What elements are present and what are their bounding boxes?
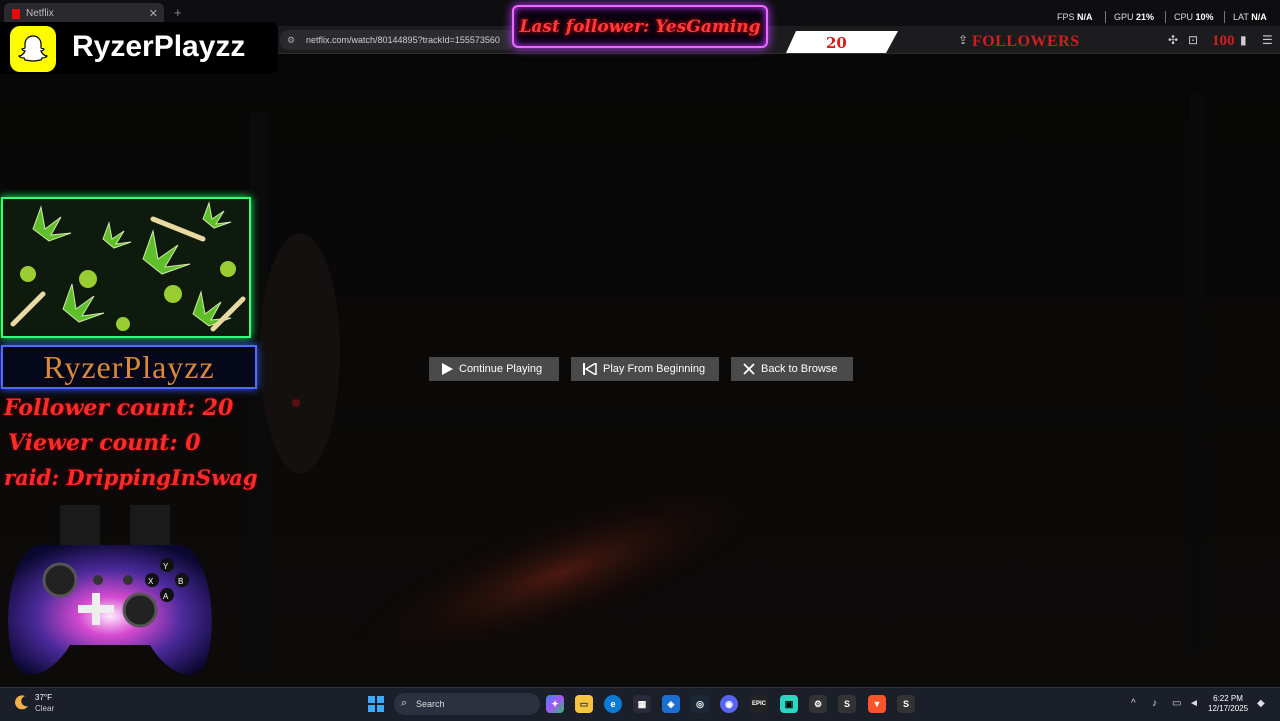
perf-divider (1224, 11, 1225, 23)
close-tab-icon[interactable]: ✕ (149, 7, 158, 20)
netflix-favicon-icon (12, 8, 20, 19)
search-placeholder[interactable]: Search (416, 699, 445, 709)
streamlabs-alt-icon[interactable]: S (897, 695, 915, 713)
search-icon: ⌕ (401, 697, 408, 709)
viewer-count-label: Viewer count: 0 (8, 430, 201, 456)
discord-icon[interactable]: ◉ (720, 695, 738, 713)
active-app-icon[interactable]: ▣ (780, 695, 798, 713)
notification-bell-icon[interactable]: ◆ (1257, 698, 1265, 709)
edge-icon[interactable]: e (604, 695, 622, 713)
app-icon[interactable]: ◈ (662, 695, 680, 713)
restart-icon (583, 363, 597, 375)
weather-condition[interactable]: Clear (35, 704, 54, 713)
continue-playing-button[interactable]: Continue Playing (429, 357, 559, 381)
sidebar-icon[interactable]: ▮ (1240, 33, 1247, 47)
volume-icon[interactable]: ◄ (1189, 698, 1199, 709)
raid-label: raid: DrippingInSwag (4, 465, 258, 490)
follower-count-label: Follower count: 20 (4, 395, 234, 421)
menu-icon[interactable]: ☰ (1262, 33, 1273, 47)
latency-readout: LAT N/A (1233, 12, 1267, 22)
goal-current-count: 20 (826, 34, 847, 52)
weather-temperature[interactable]: 37°F (35, 693, 52, 702)
url-text[interactable]: netflix.com/watch/80144895?trackId=15557… (306, 35, 500, 45)
fps-readout: FPS N/A (1057, 12, 1093, 22)
svg-text:X: X (148, 577, 154, 586)
back-to-browse-button[interactable]: Back to Browse (731, 357, 853, 381)
share-icon[interactable]: ⇪ (958, 33, 968, 47)
file-explorer-icon[interactable]: ▭ (575, 695, 593, 713)
windows-start-icon[interactable] (368, 696, 384, 712)
perf-divider (1105, 11, 1106, 23)
extensions-icon[interactable]: ✣ (1168, 33, 1178, 47)
play-icon (441, 363, 453, 375)
snapchat-ghost-icon (10, 26, 56, 72)
copilot-icon[interactable]: ✦ (546, 695, 564, 713)
decorative-leaf-panel (1, 197, 251, 338)
goal-target-count: 100 (1212, 33, 1235, 49)
svg-text:A: A (163, 592, 169, 601)
browser-tab[interactable]: Netflix ✕ (4, 3, 164, 24)
new-tab-icon[interactable]: + (174, 5, 182, 20)
brave-icon[interactable]: ▼ (868, 695, 886, 713)
store-icon[interactable]: ▦ (633, 695, 651, 713)
close-icon (743, 363, 755, 375)
streamlabs-icon[interactable]: S (838, 695, 856, 713)
svg-text:B: B (178, 577, 183, 586)
streamer-name-panel: RyzerPlayzz (1, 345, 257, 389)
network-icon[interactable]: ▭ (1172, 698, 1181, 709)
epic-games-icon[interactable]: EPIC (750, 695, 768, 713)
play-from-beginning-button[interactable]: Play From Beginning (571, 357, 719, 381)
moon-weather-icon[interactable] (14, 694, 30, 710)
screenshot-icon[interactable]: ⊡ (1188, 33, 1198, 47)
streamer-name: RyzerPlayzz (72, 30, 246, 63)
perf-divider (1165, 11, 1166, 23)
controller-overlay-icon: Y B X A (8, 505, 212, 675)
settings-icon[interactable]: ⚙ (809, 695, 827, 713)
taskbar-clock[interactable]: 6:22 PM 12/17/2025 (1208, 694, 1248, 714)
gpu-readout: GPU 21% (1114, 12, 1155, 22)
goal-label: FOLLOWERS (972, 33, 1080, 50)
tray-overflow-icon[interactable]: ^ (1131, 698, 1136, 709)
tab-title: Netflix (26, 8, 54, 19)
site-info-icon[interactable]: ⚙ (287, 35, 295, 46)
cpu-readout: CPU 10% (1174, 12, 1214, 22)
microphone-icon[interactable]: ♪ (1152, 698, 1157, 709)
last-follower-banner: Last follower: YesGaming (512, 5, 768, 48)
leaf-pattern-image (3, 199, 249, 336)
svg-text:Y: Y (163, 562, 169, 571)
steam-icon[interactable]: ◎ (691, 695, 709, 713)
